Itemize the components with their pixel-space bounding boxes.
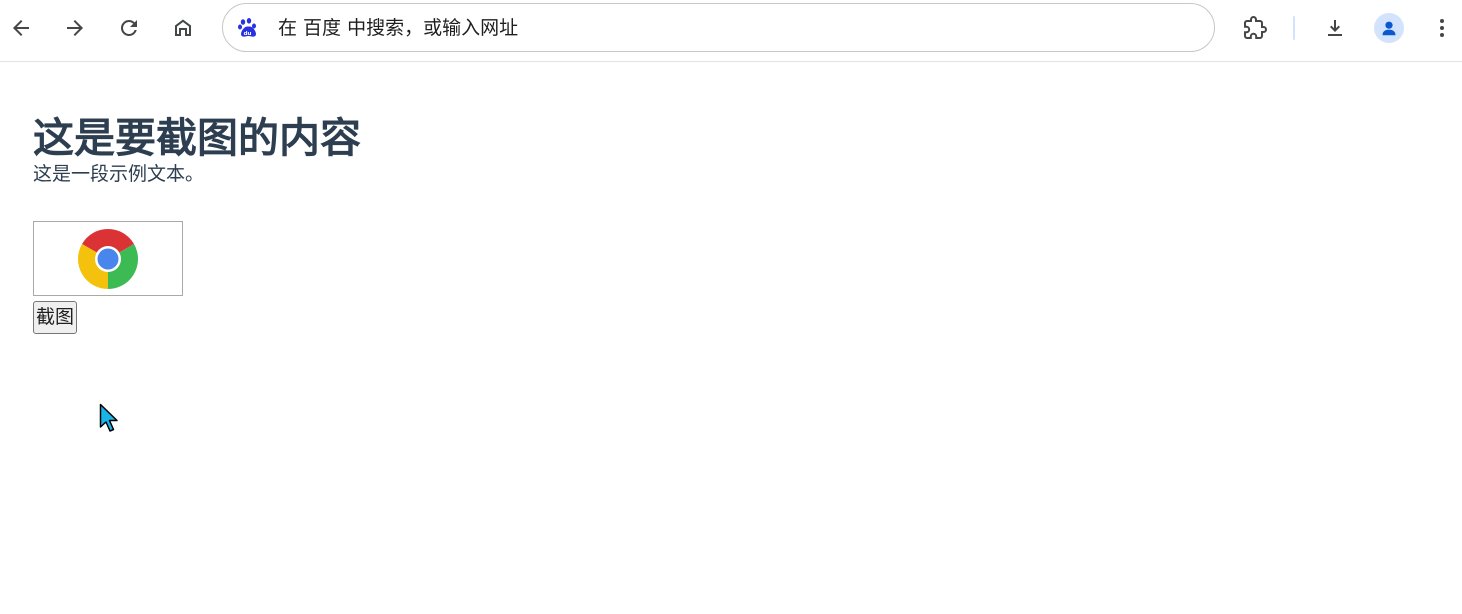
mouse-cursor-icon bbox=[99, 403, 118, 432]
downloads-button[interactable] bbox=[1317, 10, 1353, 46]
forward-button[interactable] bbox=[57, 10, 93, 46]
page-title: 这是要截图的内容 bbox=[33, 114, 361, 162]
profile-button[interactable] bbox=[1371, 10, 1407, 46]
image-frame bbox=[33, 221, 183, 296]
browser-toolbar: du bbox=[0, 0, 1462, 62]
more-menu-button[interactable] bbox=[1424, 10, 1460, 46]
person-icon bbox=[1382, 21, 1396, 36]
chrome-logo-icon bbox=[78, 228, 138, 289]
browser-window: du 在 百度 中搜索，或输入网址 这是要截图的内容 这是一段示例文本。 截图 bbox=[0, 0, 1462, 614]
reload-button[interactable] bbox=[111, 10, 147, 46]
baidu-paw-icon: du bbox=[237, 17, 259, 39]
puzzle-icon bbox=[1244, 16, 1267, 39]
capture-button[interactable]: 截图 bbox=[33, 301, 78, 334]
reload-icon bbox=[120, 19, 137, 36]
arrow-left-icon bbox=[13, 20, 29, 36]
home-button[interactable] bbox=[165, 10, 201, 46]
arrow-right-icon bbox=[67, 20, 83, 36]
avatar bbox=[1374, 13, 1404, 43]
svg-text:du: du bbox=[244, 31, 252, 37]
extensions-button[interactable] bbox=[1237, 10, 1273, 46]
back-button[interactable] bbox=[3, 10, 39, 46]
more-vertical-icon bbox=[1440, 19, 1444, 37]
home-icon bbox=[175, 19, 191, 36]
toolbar-separator bbox=[1293, 16, 1295, 40]
download-icon bbox=[1328, 20, 1342, 36]
page-content: 这是要截图的内容 这是一段示例文本。 截图 bbox=[33, 110, 1233, 334]
omnibox-input[interactable] bbox=[278, 14, 1178, 42]
address-bar[interactable]: du bbox=[222, 3, 1215, 52]
